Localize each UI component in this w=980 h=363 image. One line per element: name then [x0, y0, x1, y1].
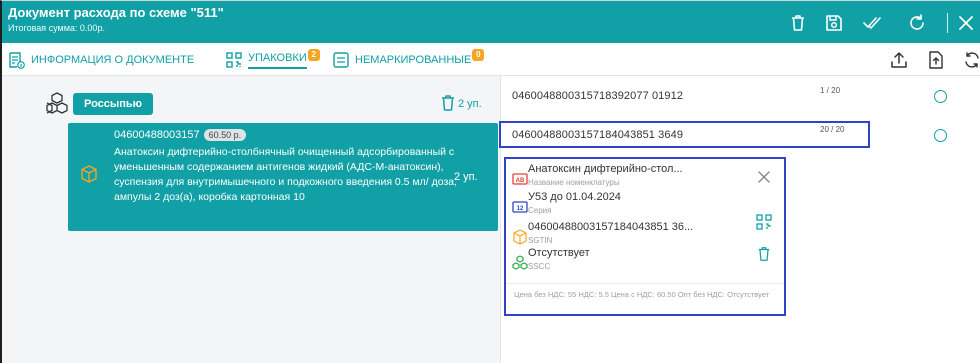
tab-unmarked[interactable]: НЕМАРКИРОВАННЫЕ 0 — [332, 49, 485, 71]
refresh-icon[interactable] — [906, 12, 928, 34]
box-icon — [81, 165, 97, 183]
tab-label: ИНФОРМАЦИЯ О ДОКУМЕНТЕ — [31, 54, 195, 66]
series-value: У53 до 01.04.2024 — [528, 191, 621, 203]
box-icon — [513, 229, 527, 245]
close-icon[interactable] — [955, 12, 977, 34]
code-value: 0460048800315718392077 01912 — [512, 90, 684, 102]
packages-count-badge: 2 — [307, 49, 320, 61]
upload-icon[interactable] — [889, 50, 909, 70]
code-count: 1 / 20 — [820, 86, 841, 95]
select-radio[interactable] — [934, 90, 947, 103]
trash-icon[interactable] — [756, 246, 772, 262]
sscc-value: Отсутствует — [528, 247, 590, 259]
sscc-label: SSCC — [528, 262, 551, 271]
document-header: Документ расхода по схеме "511" Итоговая… — [2, 1, 980, 43]
code-count: 20 / 20 — [820, 125, 845, 134]
number-field-icon: 12 — [512, 201, 528, 213]
tab-label: НЕМАРКИРОВАННЫЕ — [355, 54, 472, 66]
header-separator — [947, 13, 948, 33]
group-quantity: 2 уп. — [458, 98, 482, 110]
trash-icon[interactable] — [440, 94, 456, 112]
code-row[interactable]: 0460048800315718392077 01912 1 / 20 — [502, 82, 980, 112]
item-quantity: 2 уп. — [454, 171, 478, 183]
boxes-group-icon — [512, 255, 528, 270]
trash-icon[interactable] — [787, 12, 809, 34]
qr-code-icon[interactable] — [756, 214, 772, 230]
text-field-icon: AB — [512, 173, 528, 185]
sgtin-label: SGTIN — [528, 236, 553, 245]
product-name-label: Название номенклатуры — [528, 178, 620, 187]
packages-panel: Россыпью 2 уп. 04600488003157 60.50 р. Ан… — [2, 76, 501, 363]
price-summary: Цена без НДС: 55 НДС: 5.5 Цена с НДС: 60… — [506, 283, 784, 306]
price-badge: 60.50 р. — [203, 129, 247, 141]
loose-group-button[interactable]: Россыпью — [73, 93, 154, 115]
tab-document-info[interactable]: ИНФОРМАЦИЯ О ДОКУМЕНТЕ — [8, 49, 194, 71]
save-icon[interactable] — [823, 12, 845, 34]
document-info-icon — [9, 52, 25, 69]
item-description: Анатоксин дифтерийно-столбнячный очищенн… — [114, 146, 458, 203]
qr-code-icon — [226, 52, 242, 68]
sgtin-value: 04600488003157184043851 36... — [528, 221, 694, 233]
svg-text:AB: AB — [516, 178, 525, 184]
unmarked-count-badge: 0 — [472, 49, 485, 61]
sync-icon[interactable] — [962, 50, 980, 70]
svg-text:12: 12 — [517, 206, 524, 212]
codes-panel: 0460048800315718392077 01912 1 / 20 0460… — [499, 76, 980, 363]
code-value: 04600488003157184043851 3649 — [512, 129, 684, 141]
package-item-card[interactable]: 04600488003157 60.50 р. Анатоксин дифтери… — [68, 123, 498, 231]
check-all-icon[interactable] — [862, 12, 884, 34]
close-icon[interactable] — [756, 169, 772, 185]
boxes-group-icon — [46, 92, 68, 114]
product-name: Анатоксин дифтерийно-стол... — [528, 163, 683, 175]
file-export-icon[interactable] — [926, 50, 946, 70]
tab-bar: ИНФОРМАЦИЯ О ДОКУМЕНТЕ УПАКОВКИ 2 НЕМАРК… — [2, 43, 980, 76]
tab-label: УПАКОВКИ — [248, 52, 307, 69]
document-title: Документ расхода по схеме "511" — [8, 5, 224, 20]
item-gtin-line: 04600488003157 60.50 р. — [114, 129, 247, 141]
code-detail-card: AB Анатоксин дифтерийно-стол... Название… — [504, 157, 786, 316]
code-row-selected[interactable]: 04600488003157184043851 3649 20 / 20 — [499, 121, 980, 151]
tab-packages[interactable]: УПАКОВКИ 2 — [225, 49, 320, 71]
item-gtin: 04600488003157 — [114, 129, 200, 141]
series-label: Серия — [528, 206, 552, 215]
list-icon — [333, 52, 349, 68]
total-sum: Итоговая сумма: 0.00р. — [8, 23, 105, 33]
select-radio[interactable] — [934, 129, 947, 142]
